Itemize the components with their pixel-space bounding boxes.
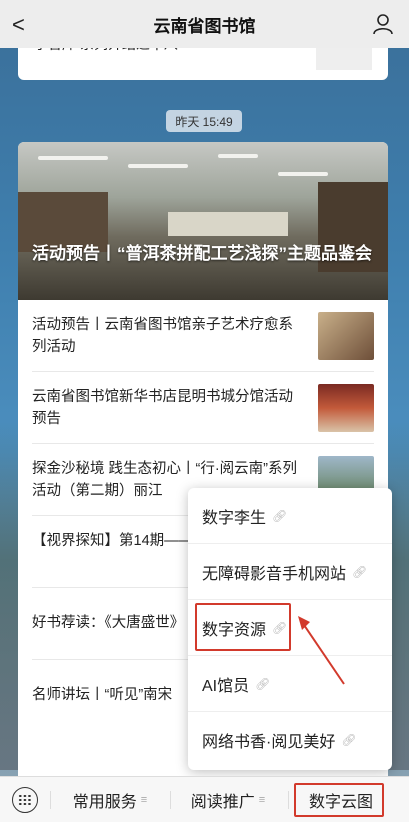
ceiling-light [38,156,108,160]
ceiling-light [278,172,328,176]
article-title: 活动预告丨云南省图书馆亲子艺术疗愈系列活动 [32,317,293,355]
ceiling-light [128,164,188,168]
list-item[interactable]: 云南省图书馆新华书店昆明书城分馆活动预告 [32,372,374,444]
menu-divider [288,791,289,809]
menu-hamburger-icon: ≡ [258,794,266,806]
submenu-item-label: 网络书香·阅见美好 [202,734,336,751]
submenu-item-label: AI馆员 [202,677,250,695]
list-item[interactable]: 活动预告丨云南省图书馆亲子艺术疗愈系列活动 [32,300,374,372]
message-timestamp: 昨天 15:49 [166,110,242,132]
submenu-item[interactable]: 无障碍影音手机网站 🔗︎ [188,544,392,600]
highlight-box-digital-resources [195,603,291,651]
highlight-box-digital-cloud-library [294,783,384,817]
article-thumbnail [318,312,374,360]
article-title: 云南省图书馆新华书店昆明书城分馆活动预告 [32,389,293,427]
link-icon: 🔗︎ [272,508,288,523]
ceiling-light [218,154,258,158]
submenu-item-label: 数字李生 [202,509,267,527]
user-profile-icon[interactable] [371,12,395,36]
menu-label: 常用服务 [72,794,137,811]
link-icon: 🔗︎ [352,564,368,579]
menu-reading-promotion[interactable]: 阅读推广 ≡ [170,785,286,815]
hero-article[interactable]: 活动预告丨“普洱茶拼配工艺浅探”主题品鉴会 [18,142,388,300]
hero-article-title: 活动预告丨“普洱茶拼配工艺浅探”主题品鉴会 [32,244,372,263]
back-icon[interactable]: < [12,12,25,38]
keyboard-icon[interactable] [12,787,38,813]
submenu-item-label: 无障碍影音手机网站 [202,565,347,583]
submenu-item[interactable]: 数字李生 🔗︎ [188,488,392,544]
annotation-arrow-icon [298,616,345,685]
link-icon: 🔗︎ [341,733,357,747]
menu-hamburger-icon: ≡ [140,794,148,806]
link-icon: 🔗︎ [255,676,271,691]
page-title: 云南省图书馆 [153,16,256,36]
article-thumbnail [318,384,374,432]
menu-label: 阅读推广 [190,794,255,811]
menu-common-services[interactable]: 常用服务 ≡ [52,785,168,815]
submenu-item[interactable]: 网络书香·阅见美好 🔗︎ [188,712,392,768]
bottom-menu-bar: 常用服务 ≡ 阅读推广 ≡ 数字云图 [0,776,409,822]
window-wall [168,212,288,236]
top-bar: < 云南省图书馆 [0,0,409,48]
menu-divider [50,791,51,809]
